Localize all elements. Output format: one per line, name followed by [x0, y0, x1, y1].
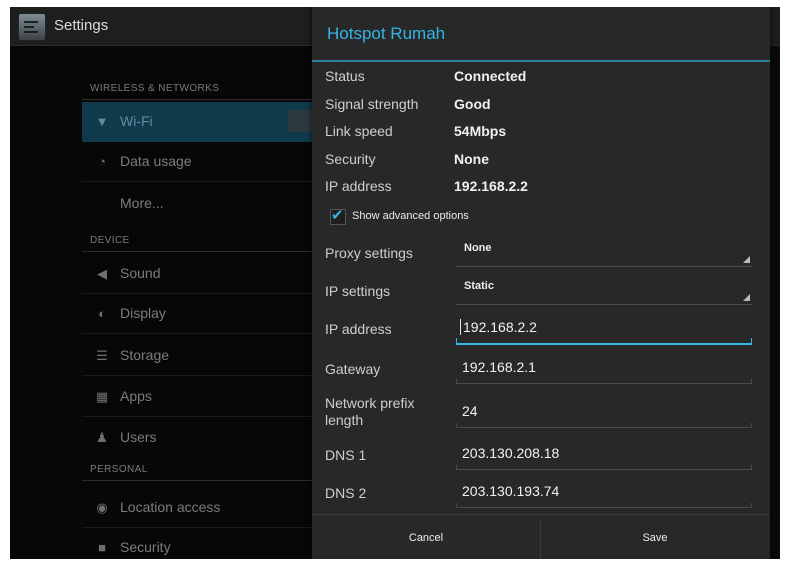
sidebar-item-wifi[interactable]: ▼ Wi-Fi [82, 102, 314, 142]
ip-settings-value: Static [464, 280, 494, 292]
dns2-input[interactable] [462, 483, 742, 499]
ip-address-label: IP address [325, 321, 392, 337]
proxy-settings-value: None [464, 242, 492, 254]
sidebar-item-label: Users [120, 429, 157, 445]
status-label: Status [325, 68, 365, 84]
cancel-button[interactable]: Cancel [312, 515, 540, 559]
sidebar-item-label: Apps [120, 388, 152, 404]
sidebar-item-label: Data usage [120, 153, 192, 169]
wifi-icon: ▼ [95, 114, 109, 129]
sidebar-item-apps[interactable]: ▦ Apps [82, 377, 314, 417]
wifi-switch[interactable] [288, 110, 314, 132]
dns1-label: DNS 1 [325, 447, 367, 463]
checkmark-icon: ✔ [331, 207, 344, 224]
ip-address-input[interactable] [460, 319, 743, 335]
settings-sidebar: WIRELESS & NETWORKS ▼ Wi-Fi ◔ Data usage… [82, 46, 322, 559]
sidebar-item-users[interactable]: ♟ Users [82, 418, 314, 458]
sidebar-item-label: Sound [120, 265, 161, 281]
proxy-settings-label: Proxy settings [325, 245, 413, 261]
sidebar-item-security[interactable]: ■ Security [82, 528, 314, 559]
sidebar-item-data-usage[interactable]: ◔ Data usage [82, 142, 314, 182]
link-speed-label: Link speed [325, 123, 393, 139]
section-header-device: DEVICE [90, 235, 130, 246]
dns2-label: DNS 2 [325, 485, 367, 501]
sidebar-item-sound[interactable]: ◀ Sound [82, 254, 314, 294]
network-prefix-label: Network prefix length [325, 395, 415, 428]
dialog-title: Hotspot Rumah [327, 24, 446, 43]
security-value: None [454, 151, 489, 167]
gateway-input[interactable] [462, 359, 742, 375]
sidebar-item-display[interactable]: ◐ Display [82, 294, 314, 334]
storage-icon: ☰ [96, 348, 108, 363]
app-title: Settings [54, 17, 109, 34]
ip-address-info-value: 192.168.2.2 [454, 178, 528, 194]
lock-icon: ■ [98, 540, 106, 555]
link-speed-value: 54Mbps [454, 123, 507, 139]
data-usage-icon: ◔ [98, 154, 106, 169]
sidebar-item-more[interactable]: More... [82, 184, 314, 224]
title-divider [312, 60, 770, 62]
sound-icon: ◀ [97, 266, 107, 281]
sidebar-item-label: Wi-Fi [120, 113, 153, 129]
wifi-network-dialog: Hotspot Rumah Status Connected Signal st… [312, 7, 770, 559]
settings-app-icon[interactable] [18, 13, 46, 41]
security-label: Security [325, 151, 376, 167]
ip-address-info-label: IP address [325, 178, 392, 194]
dropdown-corner-icon [743, 294, 750, 301]
network-prefix-input[interactable] [462, 403, 742, 419]
signal-strength-label: Signal strength [325, 96, 419, 112]
show-advanced-checkbox[interactable]: ✔ [330, 207, 346, 225]
sidebar-item-location[interactable]: ◉ Location access [82, 488, 314, 528]
section-divider [82, 99, 314, 100]
sidebar-item-label: Security [120, 539, 171, 555]
apps-icon: ▦ [95, 389, 109, 404]
sidebar-item-label: Storage [120, 347, 170, 363]
gateway-label: Gateway [325, 361, 381, 377]
dns1-field-wrap [456, 439, 752, 470]
display-icon: ◐ [98, 306, 106, 321]
dns2-field-wrap [456, 477, 752, 508]
show-advanced-label[interactable]: Show advanced options [352, 210, 469, 222]
ip-settings-label: IP settings [325, 283, 391, 299]
gateway-field-wrap [456, 353, 752, 384]
signal-strength-value: Good [454, 96, 491, 112]
users-icon: ♟ [96, 430, 108, 445]
proxy-settings-dropdown[interactable]: None [456, 236, 752, 267]
sidebar-item-storage[interactable]: ☰ Storage [82, 336, 314, 376]
dropdown-corner-icon [743, 256, 750, 263]
ip-settings-dropdown[interactable]: Static [456, 274, 752, 305]
sidebar-item-label: Location access [120, 499, 221, 515]
section-divider [82, 251, 314, 252]
dns1-input[interactable] [462, 445, 742, 461]
network-prefix-field-wrap [456, 397, 752, 428]
save-button[interactable]: Save [541, 515, 769, 559]
section-header-personal: PERSONAL [90, 464, 148, 475]
status-value: Connected [454, 68, 527, 84]
sidebar-item-label: Display [120, 305, 166, 321]
section-header-wireless: WIRELESS & NETWORKS [90, 83, 220, 94]
location-icon: ◉ [96, 500, 108, 515]
dialog-button-bar: Cancel Save [312, 514, 770, 559]
tablet-screen: Settings WIRELESS & NETWORKS ▼ Wi-Fi ◔ D… [10, 7, 780, 559]
section-divider [82, 480, 314, 481]
sidebar-item-label: More... [120, 195, 164, 211]
ip-address-field-wrap [456, 313, 752, 345]
